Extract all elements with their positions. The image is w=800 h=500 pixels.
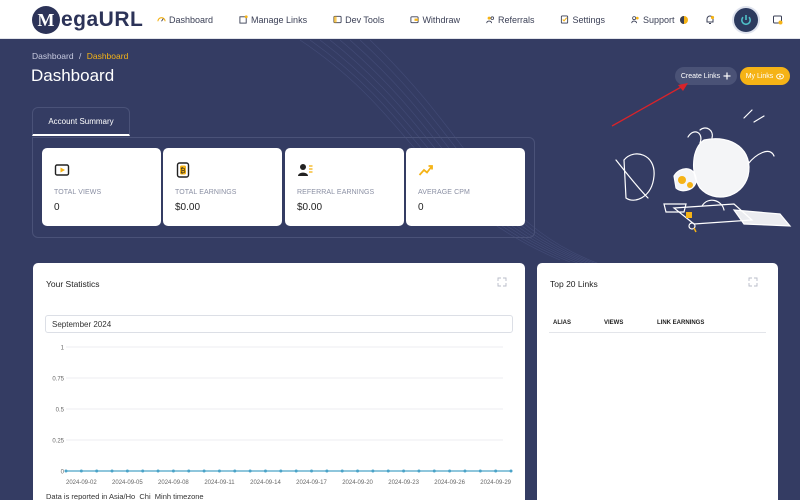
card-label: TOTAL EARNINGS bbox=[175, 189, 237, 196]
data-point bbox=[402, 469, 406, 473]
x-tick-label: 2024-09-20 bbox=[342, 480, 373, 486]
data-point bbox=[448, 469, 452, 473]
data-point bbox=[509, 469, 513, 473]
card-total-earnings: ₿ TOTAL EARNINGS $0.00 bbox=[163, 148, 282, 226]
column-link-earnings[interactable]: LINK EARNINGS bbox=[657, 320, 704, 326]
data-point bbox=[340, 469, 344, 473]
svg-text:₿: ₿ bbox=[180, 167, 185, 175]
top-links-panel: Top 20 Links ALIAS VIEWS LINK EARNINGS bbox=[537, 263, 778, 500]
data-point bbox=[432, 469, 436, 473]
card-label: AVERAGE CPM bbox=[418, 189, 470, 196]
data-point bbox=[494, 469, 498, 473]
data-point bbox=[294, 469, 298, 473]
top-links-title: Top 20 Links bbox=[550, 279, 598, 289]
x-tick-label: 2024-09-23 bbox=[388, 480, 419, 486]
card-value: $0.00 bbox=[297, 202, 323, 213]
statistics-chart: 1 0.75 0.5 0.25 02024-09-02 2024-09-05 2024-09… bbox=[52, 346, 513, 486]
user-list-icon bbox=[298, 164, 313, 176]
card-average-cpm: AVERAGE CPM 0 bbox=[406, 148, 525, 226]
data-point bbox=[156, 469, 160, 473]
card-value: 0 bbox=[54, 202, 60, 213]
card-total-views: TOTAL VIEWS 0 bbox=[42, 148, 161, 226]
x-tick-label: 2024-09-14 bbox=[250, 480, 281, 486]
y-tick-label: 0.5 bbox=[56, 408, 65, 414]
data-point bbox=[79, 469, 83, 473]
x-tick-label: 2024-09-11 bbox=[204, 480, 235, 486]
card-value: 0 bbox=[418, 202, 424, 213]
statistics-panel: Your Statistics September 2024 1 0.75 0.5 0… bbox=[33, 263, 525, 500]
data-point bbox=[279, 469, 283, 473]
data-point bbox=[171, 469, 175, 473]
y-tick-label: 1 bbox=[61, 346, 65, 352]
data-point bbox=[478, 469, 482, 473]
tab-account-summary[interactable]: Account Summary bbox=[32, 107, 130, 136]
card-referral-earnings: REFERRAL EARNINGS $0.00 bbox=[285, 148, 404, 226]
card-label: TOTAL VIEWS bbox=[54, 189, 102, 196]
data-point bbox=[371, 469, 375, 473]
data-point bbox=[233, 469, 237, 473]
card-value: $0.00 bbox=[175, 202, 201, 213]
data-point bbox=[187, 469, 191, 473]
data-point bbox=[125, 469, 129, 473]
data-point bbox=[248, 469, 252, 473]
y-tick-label: 0.25 bbox=[52, 439, 64, 445]
data-point bbox=[141, 469, 145, 473]
play-icon bbox=[54, 164, 70, 176]
data-point bbox=[386, 469, 390, 473]
x-tick-label: 2024-09-26 bbox=[434, 480, 465, 486]
data-point bbox=[310, 469, 314, 473]
column-views[interactable]: VIEWS bbox=[604, 320, 623, 326]
timezone-note: Data is reported in Asia/Ho_Chi_Minh tim… bbox=[46, 492, 204, 500]
x-tick-label: 2024-09-05 bbox=[112, 480, 143, 486]
data-point bbox=[463, 469, 467, 473]
data-point bbox=[110, 469, 114, 473]
data-point bbox=[356, 469, 360, 473]
card-label: REFERRAL EARNINGS bbox=[297, 189, 375, 196]
x-tick-label: 2024-09-29 bbox=[480, 480, 511, 486]
data-point bbox=[325, 469, 329, 473]
data-point bbox=[64, 469, 68, 473]
x-tick-label: 2024-09-02 bbox=[66, 480, 97, 486]
bitcoin-icon: ₿ bbox=[176, 162, 190, 178]
data-point bbox=[417, 469, 421, 473]
data-point bbox=[202, 469, 206, 473]
top-links-table-header: ALIAS VIEWS LINK EARNINGS bbox=[549, 317, 766, 333]
column-alias[interactable]: ALIAS bbox=[553, 320, 571, 326]
trend-up-icon bbox=[418, 165, 433, 176]
y-tick-label: 0 bbox=[61, 470, 65, 476]
data-point bbox=[95, 469, 99, 473]
x-tick-label: 2024-09-17 bbox=[296, 480, 327, 486]
expand-icon[interactable] bbox=[748, 277, 758, 287]
y-tick-label: 0.75 bbox=[52, 377, 64, 383]
person-illustration bbox=[615, 109, 792, 233]
x-tick-label: 2024-09-08 bbox=[158, 480, 189, 486]
data-point bbox=[217, 469, 221, 473]
data-point bbox=[263, 469, 267, 473]
